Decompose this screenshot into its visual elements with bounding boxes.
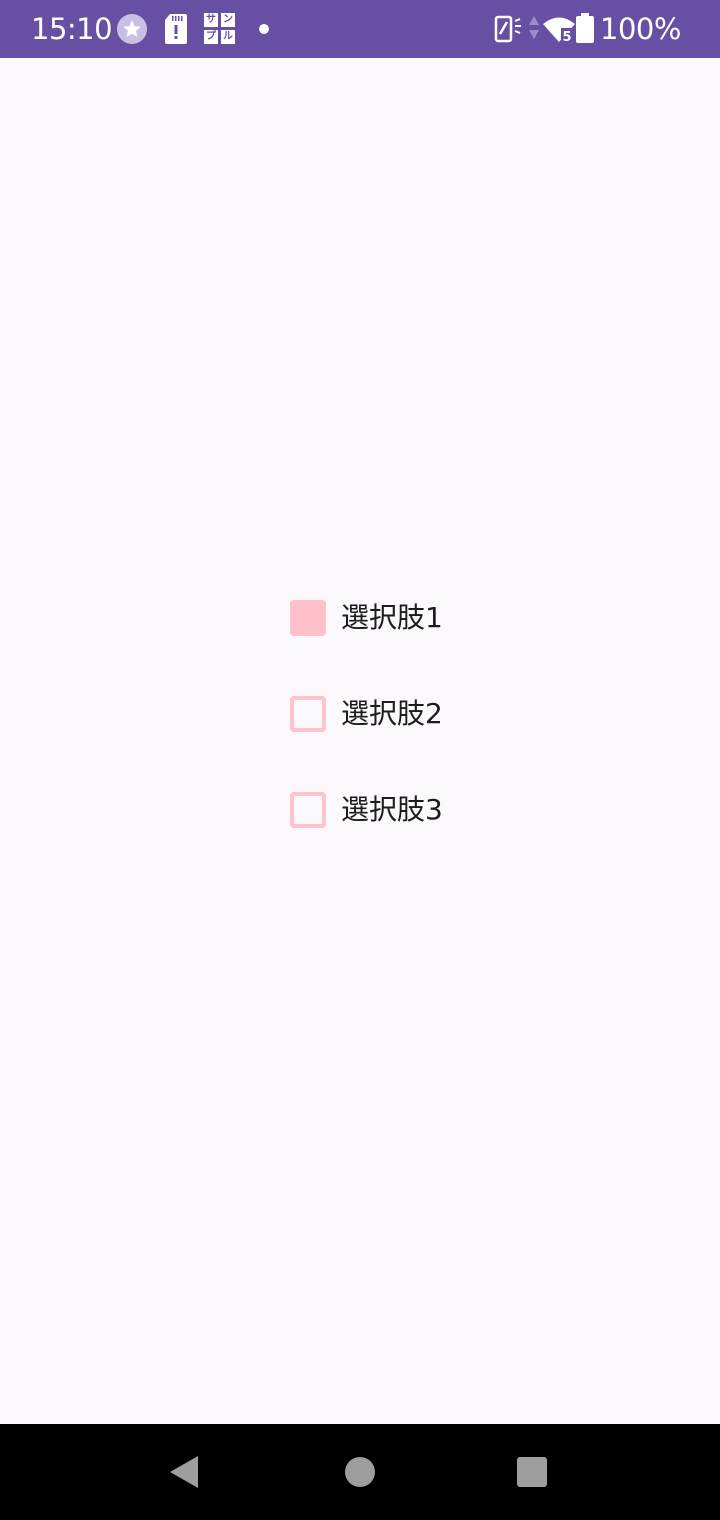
back-icon[interactable] [168,1454,200,1490]
checkbox-2[interactable] [290,696,326,732]
vibrate-icon [494,15,521,43]
option-row-1[interactable]: 選択肢1 [290,598,443,638]
sample-char-1: サ [204,13,218,27]
battery-icon [576,13,594,43]
option-row-2[interactable]: 選択肢2 [290,694,443,734]
recents-icon[interactable] [517,1457,547,1487]
network-badge: 5 [563,30,572,43]
sample-char-3: プ [204,30,218,44]
option-row-3[interactable]: 選択肢3 [290,790,443,830]
checkbox-1[interactable] [290,600,326,636]
data-arrows-icon [529,16,539,39]
sample-char-2: ン [221,13,235,27]
star-icon [117,14,147,44]
navigation-bar [0,1424,720,1520]
option-label-1: 選択肢1 [341,601,443,634]
status-time: 15:10 [31,12,113,46]
sample-char-4: ル [221,30,235,44]
wifi-icon: 5 [543,17,575,43]
option-label-2: 選択肢2 [341,697,443,730]
option-label-3: 選択肢3 [341,793,443,826]
battery-percent: 100% [600,12,681,46]
status-bar: 15:10 サ ン プ ル 5 100% [0,0,720,58]
checkbox-3[interactable] [290,792,326,828]
dot-icon [259,24,269,34]
sd-card-alert-icon [165,14,187,44]
sample-icon: サ ン プ ル [204,13,236,45]
home-icon[interactable] [345,1457,375,1487]
